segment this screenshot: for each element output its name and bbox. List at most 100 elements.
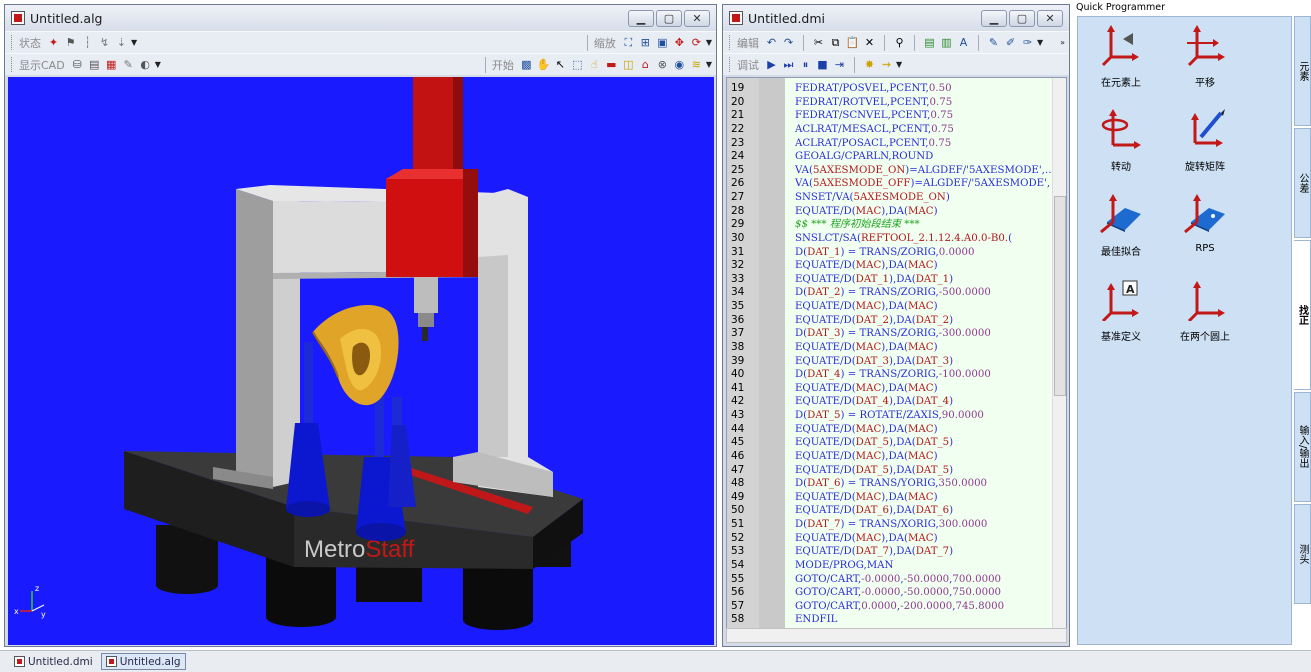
qp-item-rotate[interactable]: 转动: [1081, 107, 1161, 173]
dmi-titlebar[interactable]: Untitled.dmi ▁ ▢ ✕: [723, 5, 1069, 31]
probe-multi-icon[interactable]: ⇣: [114, 35, 129, 50]
close-button[interactable]: ✕: [684, 9, 710, 27]
stop-icon[interactable]: ■: [815, 57, 830, 72]
code-line[interactable]: 42 EQUATE/D(DAT_4),DA(DAT_4): [727, 395, 1052, 409]
flag-icon[interactable]: ⚑: [63, 35, 78, 50]
qp-item-two-circles[interactable]: 在两个圆上: [1165, 277, 1245, 343]
code-line[interactable]: 35 EQUATE/D(MAC),DA(MAC): [727, 300, 1052, 314]
code-line[interactable]: 49 EQUATE/D(MAC),DA(MAC): [727, 491, 1052, 505]
zoom-window-icon[interactable]: ⛶: [621, 35, 636, 50]
qp-item-rps[interactable]: RPS: [1165, 192, 1245, 254]
table-icon[interactable]: ▬: [604, 57, 619, 72]
code-line[interactable]: 39 EQUATE/D(DAT_3),DA(DAT_3): [727, 355, 1052, 369]
vertical-scrollbar[interactable]: [1052, 78, 1066, 628]
tab-elements[interactable]: 元素: [1294, 16, 1311, 126]
code-line[interactable]: 50 EQUATE/D(DAT_6),DA(DAT_6): [727, 504, 1052, 518]
report2-icon[interactable]: ▥: [939, 35, 954, 50]
code-line[interactable]: 30 SNSLCT/SA(REFTOOL_2.1.12.4.A0.0-B0.(: [727, 232, 1052, 246]
edit-toolbar-dropdown-icon[interactable]: ▼: [1037, 38, 1043, 47]
find-icon[interactable]: ⚲: [892, 35, 907, 50]
cad-hide-icon[interactable]: ▦: [104, 57, 119, 72]
maximize-button[interactable]: ▢: [1009, 9, 1035, 27]
step-into-icon[interactable]: ⇥: [832, 57, 847, 72]
code-line[interactable]: 27 SNSET/VA(5AXESMODE_ON): [727, 191, 1052, 205]
maximize-button[interactable]: ▢: [656, 9, 682, 27]
qp-item-rotation-matrix[interactable]: 旋转矩阵: [1165, 107, 1245, 173]
close-button[interactable]: ✕: [1037, 9, 1063, 27]
globe-icon[interactable]: ◉: [672, 57, 687, 72]
code-line[interactable]: 54 MODE/PROG,MAN: [727, 559, 1052, 573]
pointer-icon[interactable]: ↖: [553, 57, 568, 72]
qp-item-best-fit[interactable]: 最佳拟合: [1081, 192, 1161, 258]
code-line[interactable]: 25 VA(5AXESMODE_ON)=ALGDEF/'5AXESMODE',…: [727, 164, 1055, 178]
pick-icon[interactable]: ☝: [587, 57, 602, 72]
code-line[interactable]: 29 $$ *** 程序初始段结束 ***: [727, 218, 1052, 232]
cad-layer-icon[interactable]: ▤: [87, 57, 102, 72]
pause-icon[interactable]: ⏸: [798, 57, 813, 72]
zoom-fit-icon[interactable]: ⊞: [638, 35, 653, 50]
paste-icon[interactable]: 📋: [845, 35, 860, 50]
code-line[interactable]: 53 EQUATE/D(DAT_7),DA(DAT_7): [727, 545, 1052, 559]
trace-icon[interactable]: ⇝: [879, 57, 894, 72]
qp-item-translate[interactable]: 平移: [1165, 23, 1245, 89]
zoom-toolbar-dropdown-icon[interactable]: ▼: [706, 38, 712, 47]
code-line[interactable]: 20 FEDRAT/ROTVEL,PCENT,0.75: [727, 96, 1052, 110]
format-icon[interactable]: A: [956, 35, 971, 50]
tab-tolerance[interactable]: 公差: [1294, 128, 1311, 238]
probe-angle-icon[interactable]: ↯: [97, 35, 112, 50]
task-untitled-dmi[interactable]: Untitled.dmi: [10, 653, 97, 670]
minimize-button[interactable]: ▁: [981, 9, 1007, 27]
code-editor[interactable]: 19 FEDRAT/POSVEL,PCENT,0.50 20 FEDRAT/ROTVE…: [726, 77, 1067, 629]
marker-add-icon[interactable]: ✐: [1003, 35, 1018, 50]
marker-icon[interactable]: ✎: [986, 35, 1001, 50]
tab-alignment[interactable]: 找正: [1294, 240, 1311, 390]
code-line[interactable]: 41 EQUATE/D(MAC),DA(MAC): [727, 382, 1052, 396]
cut-icon[interactable]: ✂: [811, 35, 826, 50]
code-line[interactable]: 38 EQUATE/D(MAC),DA(MAC): [727, 341, 1052, 355]
layers-icon[interactable]: ≋: [689, 57, 704, 72]
marker-remove-icon[interactable]: ✑: [1020, 35, 1035, 50]
code-line[interactable]: 52 EQUATE/D(MAC),DA(MAC): [727, 532, 1052, 546]
code-line[interactable]: 19 FEDRAT/POSVEL,PCENT,0.50: [727, 82, 1052, 96]
code-line[interactable]: 26 VA(5AXESMODE_OFF)=ALGDEF/'5AXESMODE',: [727, 177, 1052, 191]
status-toolbar-dropdown-icon[interactable]: ▼: [131, 38, 137, 47]
scrollbar-thumb[interactable]: [1054, 196, 1066, 396]
rotate-view-icon[interactable]: ⟳: [689, 35, 704, 50]
probe-tip-icon[interactable]: ┆: [80, 35, 95, 50]
probe-path-icon[interactable]: ⊗: [655, 57, 670, 72]
code-line[interactable]: 24 GEOALG/CPARLN,ROUND: [727, 150, 1052, 164]
tab-input-output[interactable]: 输入/输出: [1294, 392, 1311, 502]
code-line[interactable]: 47 EQUATE/D(DAT_5),DA(DAT_5): [727, 464, 1052, 478]
delete-icon[interactable]: ✕: [862, 35, 877, 50]
code-line[interactable]: 37 D(DAT_3) = TRANS/ZORIG,-300.0000: [727, 327, 1052, 341]
probe-status-icon[interactable]: ✦: [46, 35, 61, 50]
code-line[interactable]: 45 EQUATE/D(DAT_5),DA(DAT_5): [727, 436, 1052, 450]
report-icon[interactable]: ▤: [922, 35, 937, 50]
cad-view-icon[interactable]: ⛁: [70, 57, 85, 72]
horizontal-scrollbar[interactable]: [726, 628, 1067, 643]
code-line[interactable]: 34 D(DAT_2) = TRANS/ZORIG,-500.0000: [727, 286, 1052, 300]
code-line[interactable]: 51 D(DAT_7) = TRANS/XORIG,300.0000: [727, 518, 1052, 532]
debug-toolbar-dropdown-icon[interactable]: ▼: [896, 60, 902, 69]
code-line[interactable]: 23 ACLRAT/POSACL,PCENT,0.75: [727, 137, 1052, 151]
minimize-button[interactable]: ▁: [628, 9, 654, 27]
code-line[interactable]: 56 GOTO/CART,-0.0000,-50.0000,750.0000: [727, 586, 1052, 600]
code-line[interactable]: 43 D(DAT_5) = ROTATE/ZAXIS,90.0000: [727, 409, 1052, 423]
tab-probe[interactable]: 测头: [1294, 504, 1311, 604]
step-icon[interactable]: ⏭: [781, 57, 796, 72]
align-icon[interactable]: ◫: [621, 57, 636, 72]
run-icon[interactable]: ▶: [764, 57, 779, 72]
cad-color-icon[interactable]: ◐: [138, 57, 153, 72]
breakpoint-icon[interactable]: ✸: [862, 57, 877, 72]
cad-toolbar-dropdown-icon[interactable]: ▼: [155, 60, 161, 69]
code-line[interactable]: 21 FEDRAT/SCNVEL,PCENT,0.75: [727, 109, 1052, 123]
alg-titlebar[interactable]: Untitled.alg ▁ ▢ ✕: [5, 5, 716, 31]
select-icon[interactable]: ⬚: [570, 57, 585, 72]
overflow-chevron-icon[interactable]: »: [1060, 38, 1065, 47]
code-line[interactable]: 40 D(DAT_4) = TRANS/ZORIG,-100.0000: [727, 368, 1052, 382]
code-line[interactable]: 48 D(DAT_6) = TRANS/YORIG,350.0000: [727, 477, 1052, 491]
code-line[interactable]: 33 EQUATE/D(DAT_1),DA(DAT_1): [727, 273, 1052, 287]
code-line[interactable]: 57 GOTO/CART,0.0000,-200.0000,745.8000: [727, 600, 1052, 614]
code-line[interactable]: 31 D(DAT_1) = TRANS/ZORIG,0.0000: [727, 246, 1052, 260]
code-line[interactable]: 55 GOTO/CART,-0.0000,-50.0000,700.0000: [727, 573, 1052, 587]
